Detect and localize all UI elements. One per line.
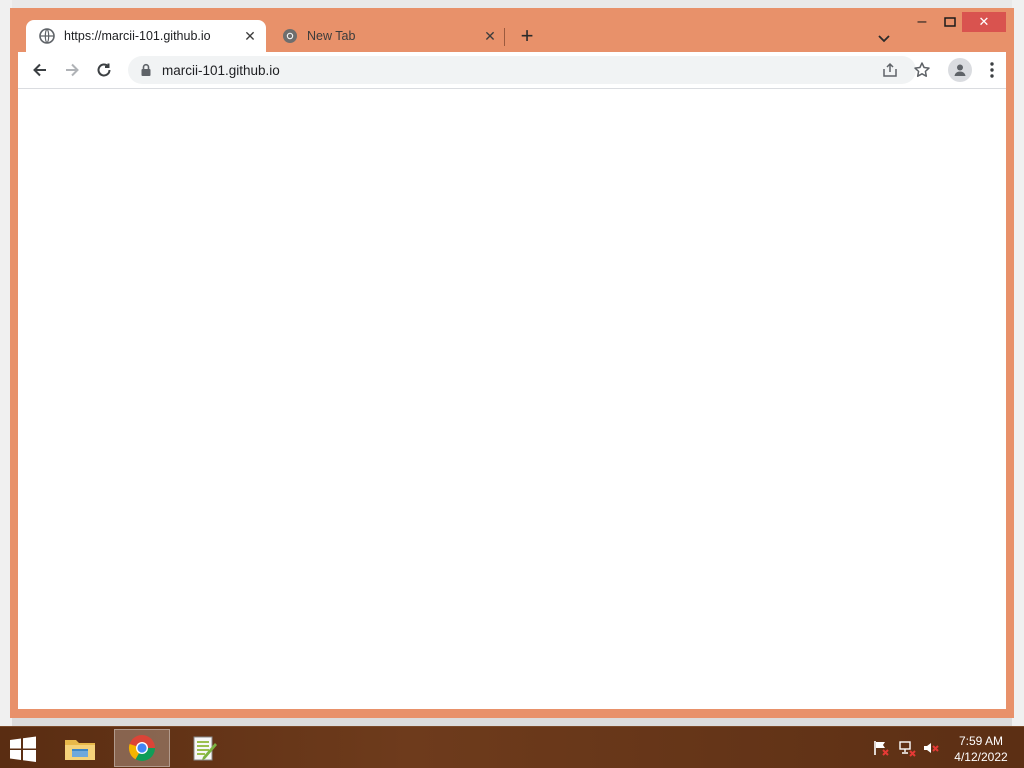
arrow-right-icon	[66, 63, 79, 77]
forward-button[interactable]	[60, 58, 84, 82]
more-vert-icon	[990, 62, 994, 78]
new-tab-button[interactable]: +	[516, 25, 538, 48]
start-button[interactable]	[8, 735, 38, 763]
tab-title: New Tab	[307, 29, 356, 43]
person-icon	[954, 64, 966, 76]
taskbar-google-chrome[interactable]	[114, 729, 170, 767]
taskbar-notepad-plus-plus[interactable]	[176, 729, 232, 767]
action-center-flag-icon[interactable]	[872, 739, 890, 757]
globe-icon	[39, 28, 55, 44]
maximize-button[interactable]	[938, 12, 962, 32]
reload-button[interactable]	[92, 58, 116, 82]
tab-title: https://marcii-101.github.io	[64, 29, 211, 43]
tab-search-button[interactable]	[874, 28, 894, 48]
tab-close-button[interactable]: ✕	[240, 28, 260, 45]
windows-logo-icon	[10, 736, 36, 762]
share-button[interactable]	[878, 58, 902, 82]
taskbar-file-explorer[interactable]	[52, 729, 108, 767]
speaker-muted-icon[interactable]	[922, 739, 940, 757]
lock-icon[interactable]	[140, 63, 152, 77]
reload-icon	[97, 63, 111, 77]
clock-date: 4/12/2022	[954, 750, 1008, 764]
maximize-icon	[944, 17, 956, 27]
chrome-icon	[282, 28, 298, 44]
network-icon[interactable]	[898, 739, 916, 757]
chrome-icon	[128, 735, 156, 762]
browser-window: https://marcii-101.github.io ✕ New Tab ✕…	[10, 8, 1014, 718]
browser-toolbar: marcii-101.github.io	[18, 52, 1006, 88]
tab-active[interactable]: https://marcii-101.github.io ✕	[26, 20, 266, 52]
address-bar[interactable]: marcii-101.github.io	[128, 56, 916, 84]
back-button[interactable]	[28, 58, 52, 82]
taskbar: 7:59 AM 4/12/2022	[0, 726, 1024, 768]
minimize-button[interactable]: –	[910, 12, 934, 32]
close-window-button[interactable]: ✕	[962, 12, 1006, 32]
url-text[interactable]: marcii-101.github.io	[162, 63, 916, 78]
tab-separator	[504, 28, 505, 46]
tab-close-button[interactable]: ✕	[480, 28, 500, 45]
tab-new-tab[interactable]: New Tab ✕	[274, 20, 506, 52]
chrome-menu-button[interactable]	[980, 58, 1004, 82]
chevron-down-icon	[878, 35, 890, 43]
profile-button[interactable]	[948, 58, 972, 82]
star-icon	[914, 62, 930, 77]
clock-time: 7:59 AM	[958, 734, 1004, 748]
share-icon	[883, 62, 897, 77]
bookmark-button[interactable]	[910, 58, 934, 82]
folder-icon	[65, 740, 95, 760]
notepad-icon	[193, 736, 217, 761]
page-content[interactable]	[18, 89, 1006, 709]
tab-strip: https://marcii-101.github.io ✕ New Tab ✕…	[10, 8, 1014, 52]
arrow-left-icon	[33, 63, 46, 77]
system-clock[interactable]: 7:59 AM 4/12/2022	[948, 733, 1014, 765]
